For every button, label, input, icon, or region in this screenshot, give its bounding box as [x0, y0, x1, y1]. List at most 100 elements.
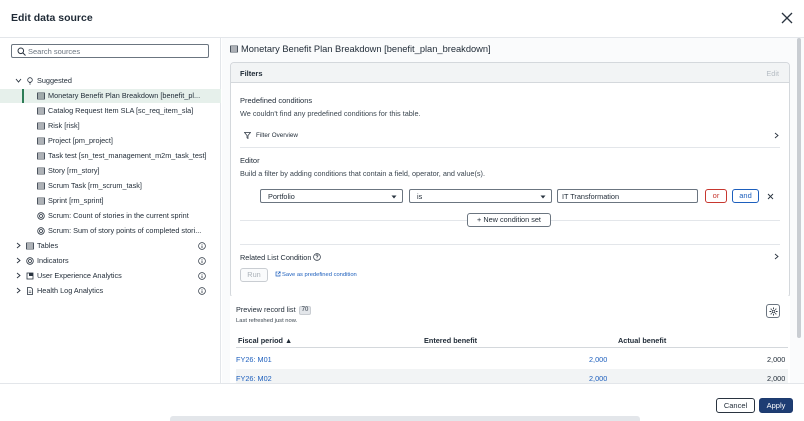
tree-item[interactable]: Scrum: Sum of story points of completed …	[0, 224, 221, 238]
tree-item[interactable]: Story [rm_story]	[0, 164, 221, 178]
value-input[interactable]: IT Transformation	[557, 189, 698, 203]
help-icon[interactable]	[313, 253, 322, 261]
tree-group-tables[interactable]: Tables	[0, 239, 221, 253]
tree-group-health-log-analytics[interactable]: Health Log Analytics	[0, 284, 221, 298]
chevron-right-icon[interactable]	[15, 257, 22, 264]
filters-title: Filters	[240, 69, 263, 78]
tree-item-label: Scrum: Count of stories in the current s…	[48, 211, 189, 220]
value-input-text: IT Transformation	[562, 192, 620, 201]
tree-group-label: User Experience Analytics	[37, 271, 122, 280]
run-button[interactable]: Run	[240, 268, 268, 282]
table-icon	[37, 182, 45, 190]
predefined-conditions-title: Predefined conditions	[240, 96, 313, 105]
search-input[interactable]	[28, 45, 206, 57]
tree-group-user-experience-analytics[interactable]: User Experience Analytics	[0, 269, 221, 283]
tree-group-label: Health Log Analytics	[37, 286, 104, 295]
search-field[interactable]	[11, 44, 209, 58]
apply-button[interactable]: Apply	[759, 398, 793, 413]
gear-icon	[769, 307, 778, 316]
tree-item-label: Catalog Request Item SLA [sc_req_item_sl…	[48, 106, 194, 115]
operator-select-value: is	[417, 192, 423, 201]
filters-header: Filters Edit	[231, 63, 789, 83]
remove-condition-icon[interactable]	[767, 193, 774, 200]
filters-card: Filters Edit Predefined conditions We co…	[230, 62, 790, 298]
edit-link[interactable]: Edit	[766, 69, 779, 78]
tree-group-indicators[interactable]: Indicators	[0, 254, 221, 268]
chevron-down-icon[interactable]	[15, 77, 22, 84]
tree-item-label: Story [rm_story]	[48, 166, 100, 175]
indicator-icon	[37, 212, 45, 220]
info-icon[interactable]	[198, 287, 206, 295]
and-button[interactable]: and	[732, 189, 759, 203]
configuration-panel: Monetary Benefit Plan Breakdown [benefit…	[222, 38, 804, 383]
table-row: FY26: M02 2,000 2,000	[236, 369, 788, 383]
table-icon	[230, 45, 238, 53]
tree-item-label: Scrum: Sum of story points of completed …	[48, 226, 202, 235]
chevron-right-icon[interactable]	[773, 132, 780, 139]
table-icon	[37, 137, 45, 145]
related-list-label: Related List Condition	[240, 253, 312, 262]
tree-group-label: Indicators	[37, 256, 69, 265]
cancel-button[interactable]: Cancel	[716, 398, 755, 413]
new-condition-set-button[interactable]: + New condition set	[467, 213, 551, 227]
table-row: FY26: M01 2,000 2,000	[236, 350, 788, 368]
field-select[interactable]: Portfolio	[260, 189, 403, 203]
entered-benefit-link[interactable]: 2,000	[589, 374, 607, 383]
column-header-actual-benefit[interactable]: Actual benefit	[618, 336, 666, 345]
tree-item[interactable]: Risk [risk]	[0, 119, 221, 133]
tree-item-label: Task test [sn_test_management_m2m_task_t…	[48, 151, 207, 160]
entered-benefit-link[interactable]: 2,000	[589, 355, 607, 364]
table-icon	[37, 92, 45, 100]
caret-down-icon	[391, 193, 397, 199]
preview-title-label: Preview record list	[236, 305, 296, 314]
info-icon[interactable]	[198, 242, 206, 250]
tree-item[interactable]: Scrum: Count of stories in the current s…	[0, 209, 221, 223]
tree-item[interactable]: Monetary Benefit Plan Breakdown [benefit…	[0, 89, 221, 103]
column-header-entered-benefit[interactable]: Entered benefit	[424, 336, 477, 345]
editor-text: Build a filter by adding conditions that…	[240, 169, 486, 178]
tree-item-label: Risk [risk]	[48, 121, 80, 130]
table-icon	[37, 122, 45, 130]
table-icon	[37, 197, 45, 205]
filter-overview-row[interactable]: Filter Overview	[240, 130, 780, 142]
divider	[240, 244, 780, 245]
save-predefined-link[interactable]: Save as predefined condition	[275, 271, 357, 278]
field-select-value: Portfolio	[268, 192, 295, 201]
modal-header: Edit data source	[0, 0, 804, 38]
close-icon[interactable]	[781, 12, 793, 24]
tree-group-suggested[interactable]: Suggested	[0, 74, 221, 88]
tree-group-label: Suggested	[37, 76, 72, 85]
tree-item[interactable]: Scrum Task [rm_scrum_task]	[0, 179, 221, 193]
divider	[240, 147, 780, 148]
tree-item[interactable]: Task test [sn_test_management_m2m_task_t…	[0, 149, 221, 163]
chevron-right-icon[interactable]	[773, 253, 780, 260]
operator-select[interactable]: is	[409, 189, 552, 203]
tree-item[interactable]: Sprint [rm_sprint]	[0, 194, 221, 208]
column-header-label: Fiscal period	[238, 336, 284, 345]
column-header-fiscal-period[interactable]: Fiscal period ▲	[238, 336, 292, 345]
fiscal-period-link[interactable]: FY26: M02	[236, 374, 272, 383]
settings-button[interactable]	[766, 304, 780, 318]
info-icon[interactable]	[198, 257, 206, 265]
save-predefined-label: Save as predefined condition	[282, 272, 357, 278]
chevron-right-icon[interactable]	[15, 272, 22, 279]
chevron-right-icon[interactable]	[15, 242, 22, 249]
related-list-condition-row[interactable]: Related List Condition	[240, 251, 780, 263]
tree-item[interactable]: Project [pm_project]	[0, 134, 221, 148]
new-condition-set-label: New condition set	[483, 215, 541, 224]
table-icon	[37, 152, 45, 160]
actual-benefit-value: 2,000	[767, 355, 786, 364]
scrollbar[interactable]	[797, 38, 801, 338]
tree-group-label: Tables	[37, 241, 59, 250]
last-refreshed-text: Last refreshed just now.	[236, 318, 298, 324]
selected-table-title: Monetary Benefit Plan Breakdown [benefit…	[230, 44, 491, 54]
external-link-icon	[275, 271, 281, 277]
chevron-right-icon[interactable]	[15, 287, 22, 294]
or-button[interactable]: or	[705, 189, 727, 203]
filter-overview-label: Filter Overview	[256, 132, 298, 139]
tree-item[interactable]: Catalog Request Item SLA [sc_req_item_sl…	[0, 104, 221, 118]
sources-panel: Suggested Monetary Benefit Plan Breakdow…	[0, 38, 221, 383]
fiscal-period-link[interactable]: FY26: M01	[236, 355, 272, 364]
tree-item-label: Sprint [rm_sprint]	[48, 196, 104, 205]
info-icon[interactable]	[198, 272, 206, 280]
